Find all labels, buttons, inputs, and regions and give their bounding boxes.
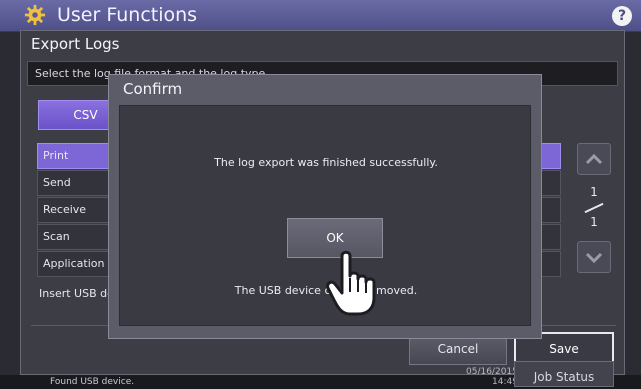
app-title: User Functions	[57, 4, 198, 26]
page-divider	[584, 202, 604, 214]
status-date: 05/16/2015	[466, 367, 518, 377]
dialog-title: Export Logs	[31, 35, 120, 53]
page-total: 1	[590, 215, 598, 229]
confirm-dialog: Confirm The log export was finished succ…	[108, 74, 542, 339]
app-header: User Functions ?	[0, 0, 641, 32]
confirm-title: Confirm	[123, 80, 183, 98]
chevron-up-icon	[585, 153, 603, 165]
confirm-body: The log export was finished successfully…	[119, 105, 531, 326]
help-icon[interactable]: ?	[612, 6, 632, 26]
chevron-down-icon	[585, 252, 603, 264]
scroll-up-button[interactable]	[577, 143, 611, 175]
scroll-down-button[interactable]	[577, 241, 611, 273]
confirm-message: The log export was finished successfully…	[214, 156, 438, 169]
hand-pointer-icon	[326, 250, 376, 316]
page-indicator: 1 1	[577, 185, 611, 229]
page-current: 1	[590, 185, 598, 199]
job-status-button[interactable]: Job Status	[514, 361, 614, 387]
gear-icon	[24, 4, 46, 26]
status-message: Found USB device.	[50, 377, 135, 387]
